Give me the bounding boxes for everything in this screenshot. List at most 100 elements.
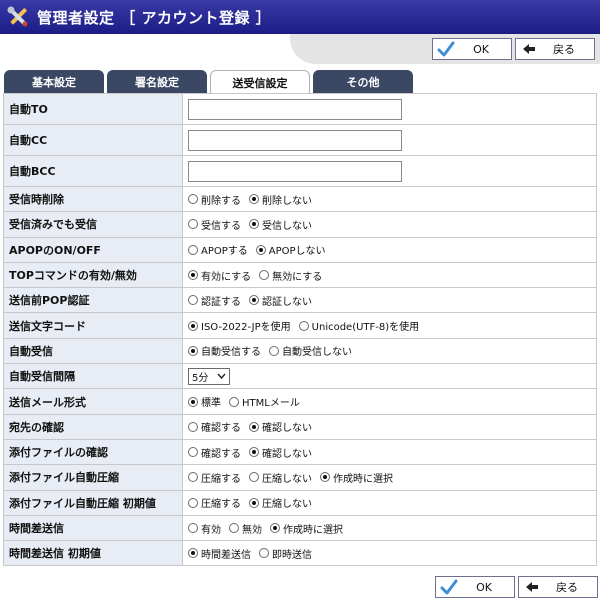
radio-label: 自動受信しない bbox=[282, 347, 352, 359]
back-button-label: 戻る bbox=[556, 581, 578, 594]
select-value: 5分 bbox=[192, 372, 209, 384]
back-button-top[interactable]: 戻る bbox=[515, 38, 595, 60]
radio-option[interactable]: 作成時に選択 bbox=[320, 470, 393, 485]
apop-group: APOPする APOPしない bbox=[188, 242, 596, 257]
back-button-bottom[interactable]: 戻る bbox=[518, 576, 598, 598]
radio-label: HTMLメール bbox=[242, 398, 300, 410]
radio-circle-icon bbox=[188, 320, 198, 331]
charset-group: ISO-2022-JPを使用 Unicode(UTF-8)を使用 bbox=[188, 318, 596, 333]
radio-option[interactable]: 即時送信 bbox=[259, 546, 312, 561]
radio-circle-icon bbox=[249, 421, 259, 432]
radio-option[interactable]: HTMLメール bbox=[229, 394, 300, 409]
radio-option[interactable]: 圧縮する bbox=[188, 495, 241, 510]
radio-label: 自動受信する bbox=[201, 347, 261, 359]
table-row: APOPのON/OFF APOPする APOPしない bbox=[3, 236, 597, 263]
radio-label: 圧縮しない bbox=[262, 499, 312, 511]
radio-option[interactable]: 削除しない bbox=[249, 192, 312, 207]
radio-label: 圧縮する bbox=[201, 473, 241, 485]
radio-label: 時間差送信 bbox=[201, 549, 251, 561]
tab-basic[interactable]: 基本設定 bbox=[4, 70, 104, 94]
table-row: 自動受信間隔 5分 bbox=[3, 363, 597, 390]
radio-option[interactable]: 圧縮しない bbox=[249, 470, 312, 485]
ok-button-label: OK bbox=[473, 42, 489, 56]
radio-label: Unicode(UTF-8)を使用 bbox=[311, 322, 420, 334]
radio-option[interactable]: 作成時に選択 bbox=[270, 521, 343, 536]
radio-option[interactable]: 確認しない bbox=[249, 419, 312, 434]
radio-option[interactable]: 有効にする bbox=[188, 268, 251, 283]
radio-option[interactable]: Unicode(UTF-8)を使用 bbox=[298, 318, 420, 334]
table-row: 時間差送信 有効 無効 作成時に選択 bbox=[3, 514, 597, 542]
table-row: 自動TO bbox=[3, 93, 597, 125]
delete-on-receive-group: 削除する 削除しない bbox=[188, 192, 596, 207]
radio-label: 即時送信 bbox=[272, 549, 312, 561]
row-label: 自動受信 bbox=[3, 337, 183, 365]
arrow-left-icon bbox=[521, 577, 543, 597]
radio-circle-icon bbox=[188, 396, 198, 407]
radio-option[interactable]: APOPする bbox=[188, 242, 248, 257]
table-row: 時間差送信 初期値 時間差送信 即時送信 bbox=[3, 540, 597, 567]
radio-option[interactable]: 自動受信しない bbox=[269, 343, 352, 358]
tab-other[interactable]: その他 bbox=[313, 70, 413, 94]
table-row: 自動受信 自動受信する 自動受信しない bbox=[3, 337, 597, 365]
table-row: 送信前POP認証 認証する 認証しない bbox=[3, 287, 597, 314]
row-label: 添付ファイルの確認 bbox=[3, 438, 183, 466]
radio-option[interactable]: 無効にする bbox=[259, 268, 322, 283]
tab-signature[interactable]: 署名設定 bbox=[107, 70, 207, 94]
auto-receive-interval-select[interactable]: 5分 bbox=[188, 367, 230, 385]
radio-circle-icon bbox=[249, 219, 259, 230]
tab-bar: 基本設定 署名設定 送受信設定 その他 bbox=[4, 70, 416, 94]
row-label: 自動受信間隔 bbox=[3, 363, 183, 390]
confirm-recipient-group: 確認する 確認しない bbox=[188, 419, 596, 434]
radio-option[interactable]: 受信する bbox=[188, 217, 241, 232]
auto-cc-input[interactable] bbox=[188, 129, 402, 151]
radio-label: 有効にする bbox=[201, 271, 252, 283]
radio-option[interactable]: 受信しない bbox=[249, 217, 312, 232]
table-row: 送信文字コード ISO-2022-JPを使用 Unicode(UTF-8)を使用 bbox=[3, 312, 597, 339]
radio-circle-icon bbox=[188, 345, 198, 356]
table-row: 添付ファイル自動圧縮 初期値 圧縮する 圧縮しない bbox=[3, 489, 597, 516]
radio-option[interactable]: 確認する bbox=[188, 445, 241, 460]
row-label: 自動BCC bbox=[3, 155, 183, 187]
radio-circle-icon bbox=[188, 472, 198, 483]
radio-label: 圧縮する bbox=[201, 499, 241, 511]
radio-circle-icon bbox=[188, 497, 198, 508]
radio-circle-icon bbox=[255, 244, 266, 255]
table-row: 添付ファイルの確認 確認する 確認しない bbox=[3, 438, 597, 466]
radio-label: 受信しない bbox=[262, 220, 312, 232]
radio-option[interactable]: 確認しない bbox=[249, 445, 312, 460]
auto-bcc-input[interactable] bbox=[188, 160, 402, 182]
radio-option[interactable]: 無効 bbox=[229, 521, 262, 536]
radio-option[interactable]: 認証しない bbox=[249, 293, 312, 308]
ok-button-top[interactable]: OK bbox=[432, 38, 512, 60]
radio-circle-icon bbox=[249, 295, 259, 306]
mail-format-group: 標準 HTMLメール bbox=[188, 394, 596, 409]
radio-option[interactable]: 標準 bbox=[188, 394, 221, 409]
auto-compress-group: 圧縮する 圧縮しない 作成時に選択 bbox=[188, 470, 596, 485]
radio-label: APOPする bbox=[201, 246, 248, 258]
radio-option[interactable]: 有効 bbox=[188, 521, 221, 536]
radio-option[interactable]: 認証する bbox=[188, 293, 241, 308]
radio-option[interactable]: 確認する bbox=[188, 419, 241, 434]
radio-circle-icon bbox=[188, 270, 198, 281]
table-row: 送信メール形式 標準 HTMLメール bbox=[3, 388, 597, 415]
ok-button-label: OK bbox=[476, 580, 492, 594]
radio-option[interactable]: 圧縮する bbox=[188, 470, 241, 485]
checkmark-icon bbox=[438, 577, 460, 597]
radio-option[interactable]: 削除する bbox=[188, 192, 241, 207]
auto-receive-group: 自動受信する 自動受信しない bbox=[188, 343, 596, 358]
radio-option[interactable]: ISO-2022-JPを使用 bbox=[188, 318, 291, 333]
radio-circle-icon bbox=[188, 194, 198, 205]
table-row: 自動BCC bbox=[3, 155, 597, 187]
row-label: 添付ファイル自動圧縮 bbox=[3, 464, 183, 491]
radio-circle-icon bbox=[229, 523, 239, 533]
ok-button-bottom[interactable]: OK bbox=[435, 576, 515, 598]
row-label: 送信文字コード bbox=[3, 312, 183, 339]
radio-option[interactable]: APOPしない bbox=[255, 242, 326, 257]
tab-send-receive[interactable]: 送受信設定 bbox=[210, 70, 310, 94]
radio-label: 圧縮しない bbox=[262, 473, 312, 485]
radio-option[interactable]: 時間差送信 bbox=[188, 546, 251, 561]
radio-option[interactable]: 自動受信する bbox=[188, 343, 261, 358]
auto-to-input[interactable] bbox=[188, 98, 402, 120]
chevron-down-icon bbox=[217, 371, 226, 382]
radio-option[interactable]: 圧縮しない bbox=[249, 495, 312, 510]
